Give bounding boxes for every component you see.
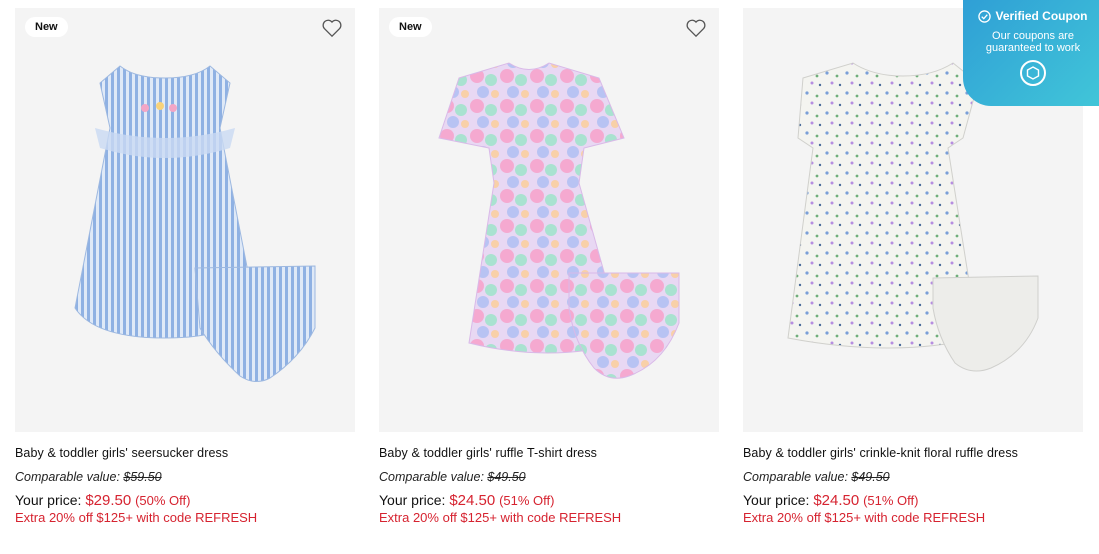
- comparable-label: Comparable value:: [15, 470, 120, 484]
- product-card[interactable]: New Baby & toddler girls' seersucker dre…: [15, 8, 355, 525]
- heart-outline-icon[interactable]: [685, 18, 707, 38]
- your-price: Your price: $24.50 (51% Off): [743, 492, 1083, 509]
- sale-price: $24.50: [813, 492, 860, 509]
- comparable-label: Comparable value:: [379, 470, 484, 484]
- sale-price: $24.50: [449, 492, 496, 509]
- sale-price: $29.50: [85, 492, 132, 509]
- comparable-label: Comparable value:: [743, 470, 848, 484]
- product-card[interactable]: New Baby & toddler girls' ruffle T-shirt…: [379, 8, 719, 525]
- your-price-label: Your price:: [15, 492, 82, 508]
- comparable-price: $49.50: [851, 470, 890, 484]
- your-price-label: Your price:: [743, 492, 810, 508]
- discount-percent: (51% Off): [863, 493, 919, 508]
- comparable-value: Comparable value: $49.50: [379, 470, 719, 484]
- new-badge: New: [389, 17, 432, 37]
- comparable-value: Comparable value: $59.50: [15, 470, 355, 484]
- product-name[interactable]: Baby & toddler girls' crinkle-knit flora…: [743, 446, 1083, 460]
- promo-text: Extra 20% off $125+ with code REFRESH: [743, 510, 986, 525]
- coupon-title: Verified Coupon: [963, 9, 1099, 23]
- product-image-ruffle-tshirt[interactable]: New: [379, 8, 719, 432]
- promo-text: Extra 20% off $125+ with code REFRESH: [379, 510, 622, 525]
- comparable-price: $49.50: [487, 470, 526, 484]
- coupon-subtitle: Our coupons are guaranteed to work: [963, 30, 1099, 54]
- seersucker-dress-image: [74, 65, 316, 382]
- new-badge: New: [25, 17, 68, 37]
- your-price-label: Your price:: [379, 492, 446, 508]
- product-grid: New Baby & toddler girls' seersucker dre…: [15, 8, 1083, 525]
- your-price: Your price: $29.50 (50% Off): [15, 492, 355, 509]
- comparable-value: Comparable value: $49.50: [743, 470, 1083, 484]
- verified-coupon-widget[interactable]: Verified Coupon Our coupons are guarante…: [963, 0, 1099, 106]
- discount-percent: (51% Off): [499, 493, 555, 508]
- check-circle-icon: [978, 9, 992, 23]
- ruffle-tshirt-dress-image: [438, 62, 680, 379]
- promo-text: Extra 20% off $125+ with code REFRESH: [15, 510, 258, 525]
- product-name[interactable]: Baby & toddler girls' ruffle T-shirt dre…: [379, 446, 719, 460]
- product-image-seersucker[interactable]: New: [15, 8, 355, 432]
- product-name[interactable]: Baby & toddler girls' seersucker dress: [15, 446, 355, 460]
- coupon-title-text: Verified Coupon: [995, 9, 1088, 23]
- your-price: Your price: $24.50 (51% Off): [379, 492, 719, 509]
- heart-outline-icon[interactable]: [321, 18, 343, 38]
- hexagon-shape-icon: [1026, 66, 1040, 80]
- hexagon-logo-icon[interactable]: [1020, 60, 1046, 86]
- discount-percent: (50% Off): [135, 493, 191, 508]
- comparable-price: $59.50: [123, 470, 162, 484]
- coupon-subtitle-line2: guaranteed to work: [985, 42, 1081, 54]
- coupon-subtitle-line1: Our coupons are: [992, 30, 1074, 42]
